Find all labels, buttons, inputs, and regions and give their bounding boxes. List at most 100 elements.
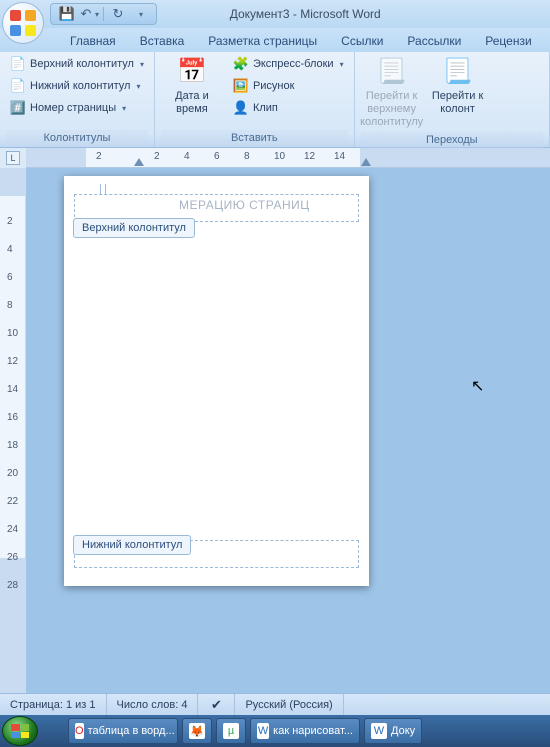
quick-launch-divider [42,720,64,742]
ruler-tick: 18 [7,440,18,451]
clip-label: Клип [253,102,278,114]
left-indent-marker[interactable] [134,158,144,166]
workspace: L 2 2 4 6 8 10 12 14 2 4 6 8 10 12 14 16 [0,148,550,693]
clip-icon: 👤 [233,100,249,116]
undo-button[interactable]: ↶▾ [79,5,99,23]
quick-parts-icon: 🧩 [233,56,249,72]
taskbar: Oтаблица в ворд... 🦊 µ Wкак нарисоват...… [0,715,550,747]
word-icon: W [257,723,269,739]
ruler-tick: 4 [184,151,190,162]
horizontal-ruler[interactable]: 2 2 4 6 8 10 12 14 [26,148,550,167]
office-button[interactable] [2,2,44,44]
group-label: Переходы [361,132,543,149]
group-insert: 📅 Дата и время 🧩 Экспресс-блоки ▾ 🖼️ Рисуно… [155,52,355,147]
footer-tab-label: Нижний колонтитул [73,535,191,555]
chevron-down-icon: ▾ [136,82,140,91]
goto-footer-button[interactable]: 📃 Перейти к колонт [429,54,487,118]
tab-selector[interactable]: L [0,148,26,168]
tab-selector-icon: L [6,151,20,165]
taskbar-item[interactable]: µ [216,718,246,744]
ruler-tick: 2 [96,151,102,162]
quick-parts-button[interactable]: 🧩 Экспресс-блоки ▾ [229,54,348,74]
tab-page-layout[interactable]: Разметка страницы [196,30,329,52]
redo-button[interactable]: ↻ [108,5,128,23]
firefox-icon: 🦊 [189,723,205,739]
footer-button[interactable]: 📄Нижний колонтитул▾ [6,76,148,96]
clip-art-button[interactable]: 👤 Клип [229,98,348,118]
picture-icon: 🖼️ [233,78,249,94]
ruler-tick: 26 [7,552,18,563]
group-label: Колонтитулы [6,130,148,147]
status-word-count[interactable]: Число слов: 4 [107,694,199,715]
quick-parts-label: Экспресс-блоки [253,58,334,70]
ruler-tick: 10 [274,151,285,162]
status-page[interactable]: Страница: 1 из 1 [0,694,107,715]
undo-icon: ↶ [79,6,93,22]
utorrent-icon: µ [223,723,239,739]
taskbar-item-label: таблица в ворд... [88,725,175,737]
header-button[interactable]: 📄Верхний колонтитул▾ [6,54,148,74]
save-icon: 💾 [59,6,75,22]
status-bar: Страница: 1 из 1 Число слов: 4 ✔ Русский… [0,693,550,715]
taskbar-item-label: Доку [391,725,415,737]
taskbar-item[interactable]: Oтаблица в ворд... [68,718,178,744]
document-canvas[interactable]: Верхний колонтитул МЕРАЦИЮ СТРАНИЦ Нижни… [26,168,550,693]
picture-button[interactable]: 🖼️ Рисунок [229,76,348,96]
page-number-button[interactable]: #️⃣ Номер страницы ▾ [6,98,148,118]
tab-mailings[interactable]: Рассылки [395,30,473,52]
chevron-down-icon: ▾ [122,104,126,113]
ruler-tick: 20 [7,468,18,479]
goto-header-icon: 📃 [376,56,408,88]
taskbar-item[interactable]: 🦊 [182,718,212,744]
word-icon: W [371,723,387,739]
status-language[interactable]: Русский (Россия) [235,694,343,715]
ruler-margin-left [26,148,86,167]
goto-header-button[interactable]: 📃 Перейти к верхнему колонтитулу [361,54,423,132]
ruler-margin-right [360,148,550,167]
goto-footer-icon: 📃 [442,56,474,88]
ruler-tick: 6 [214,151,220,162]
tab-insert[interactable]: Вставка [128,30,197,52]
ruler-margin-bottom [0,558,25,693]
taskbar-item[interactable]: W Доку [364,718,422,744]
ruler-tick: 10 [7,328,18,339]
footer-area[interactable]: Нижний колонтитул [74,540,359,568]
ribbon: 📄Верхний колонтитул▾ 📄Нижний колонтитул▾… [0,52,550,148]
status-proofing[interactable]: ✔ [198,694,235,715]
date-time-button[interactable]: 📅 Дата и время [161,54,223,118]
taskbar-item[interactable]: Wкак нарисоват... [250,718,360,744]
group-headers-footers: 📄Верхний колонтитул▾ 📄Нижний колонтитул▾… [0,52,155,147]
windows-logo-icon [11,724,29,738]
window-title: Документ3 - Microsoft Word [230,7,381,21]
start-button[interactable] [2,716,38,746]
chevron-down-icon: ▾ [140,60,144,69]
tab-references[interactable]: Ссылки [329,30,395,52]
horizontal-ruler-row: L 2 2 4 6 8 10 12 14 [0,148,550,168]
ruler-tick: 4 [7,244,13,255]
ruler-tick: 8 [7,300,13,311]
save-button[interactable]: 💾 [57,5,77,23]
qat-customize[interactable]: ▾ [130,5,150,23]
ruler-tick: 2 [7,216,13,227]
tab-home[interactable]: Главная [58,30,128,52]
tab-review[interactable]: Рецензи [473,30,543,52]
ruler-tick: 24 [7,524,18,535]
page-number-icon: #️⃣ [10,100,26,116]
date-time-label: Дата и время [163,90,221,116]
taskbar-item-label: как нарисоват... [273,725,353,737]
ruler-tick: 28 [7,580,18,591]
picture-label: Рисунок [253,80,295,92]
opera-icon: O [75,723,84,739]
vertical-ruler[interactable]: 2 4 6 8 10 12 14 16 18 20 22 24 26 28 [0,168,26,693]
office-logo-icon [10,10,36,36]
chevron-down-icon: ▾ [340,60,344,69]
right-indent-marker[interactable] [361,158,371,166]
page-number-label: Номер страницы [30,102,116,114]
group-label: Вставить [161,130,348,147]
ruler-tick: 14 [334,151,345,162]
chevron-down-icon: ▾ [139,10,143,19]
page[interactable]: Верхний колонтитул МЕРАЦИЮ СТРАНИЦ Нижни… [64,176,369,586]
header-center-marker [100,184,106,194]
ruler-tick: 12 [304,151,315,162]
date-time-icon: 📅 [176,56,208,88]
